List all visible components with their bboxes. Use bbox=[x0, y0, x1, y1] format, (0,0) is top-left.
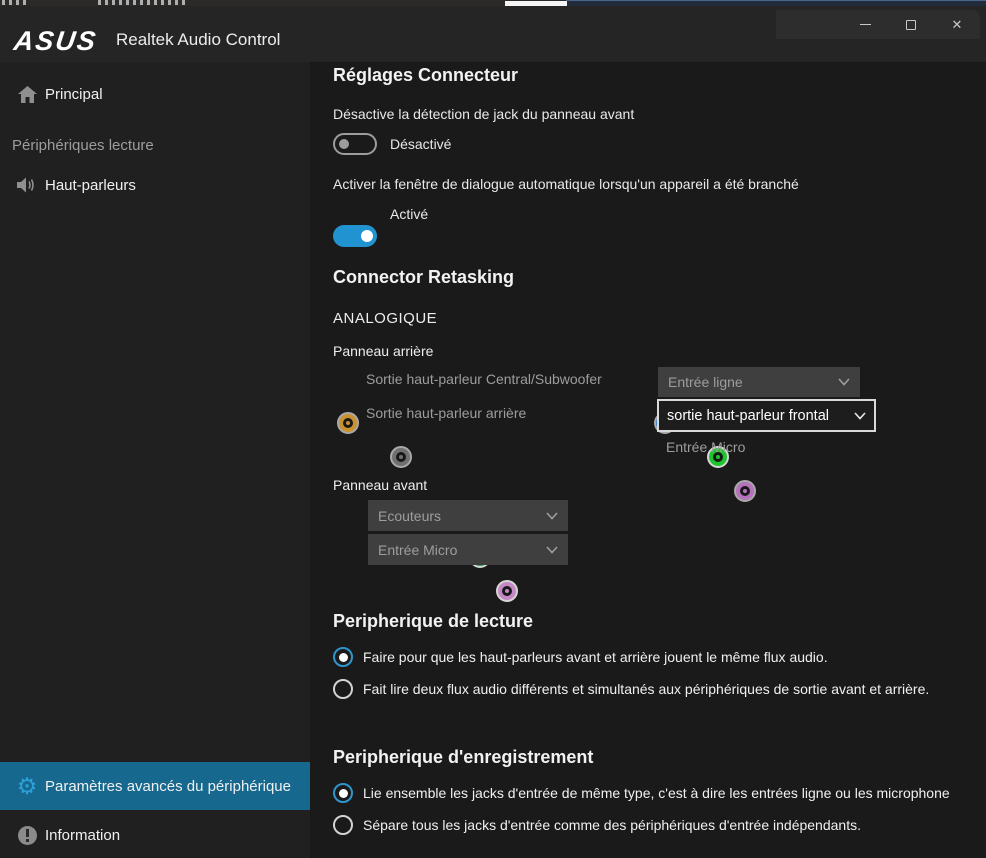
recording-option-2-label: Sépare tous les jacks d'entrée comme des… bbox=[363, 817, 861, 833]
playback-option-1-label: Faire pour que les haut-parleurs avant e… bbox=[363, 649, 828, 665]
sidebar-item-information[interactable]: Information bbox=[0, 812, 310, 858]
line-in-dropdown[interactable]: Entrée ligne bbox=[658, 367, 860, 397]
playback-option-2-label: Fait lire deux flux audio différents et … bbox=[363, 681, 929, 697]
dropdown-value: Entrée Micro bbox=[378, 542, 457, 558]
sidebar-section-playback-devices: Périphériques lecture bbox=[12, 137, 154, 154]
rear-jack-label: Sortie haut-parleur arrière bbox=[366, 405, 526, 421]
window-controls: ✕ bbox=[776, 10, 980, 39]
chevron-down-icon bbox=[546, 512, 558, 520]
dropdown-value: Entrée ligne bbox=[668, 374, 743, 390]
section-title-playback-device: Peripherique de lecture bbox=[333, 611, 533, 632]
gear-icon: ⚙ bbox=[15, 775, 39, 798]
dropdown-value: Ecouteurs bbox=[378, 508, 441, 524]
recording-option-1-radio[interactable] bbox=[333, 783, 353, 803]
chevron-down-icon bbox=[838, 378, 850, 386]
recording-option-1-label: Lie ensemble les jacks d'entrée de même … bbox=[363, 785, 950, 801]
realtek-audio-control-window: ASUS Realtek Audio Control ✕ Principal P… bbox=[0, 0, 986, 858]
section-title-recording-device: Peripherique d'enregistrement bbox=[333, 747, 593, 768]
sidebar-item-label: Information bbox=[45, 827, 120, 844]
speaker-icon bbox=[15, 176, 39, 194]
rear-panel-label: Panneau arrière bbox=[333, 343, 433, 359]
asus-logo: ASUS bbox=[12, 28, 108, 56]
rear-jack-label: Sortie haut-parleur Central/Subwoofer bbox=[366, 371, 602, 387]
toggle-knob bbox=[361, 230, 373, 242]
toggle-knob bbox=[339, 139, 349, 149]
app-title: Realtek Audio Control bbox=[116, 30, 280, 50]
close-button[interactable]: ✕ bbox=[934, 10, 980, 39]
radio-dot bbox=[339, 789, 348, 798]
sidebar: Principal Périphériques lecture Haut-par… bbox=[0, 62, 310, 858]
jack-detection-label: Désactive la détection de jack du pannea… bbox=[333, 106, 634, 122]
orange-jack-icon bbox=[337, 412, 359, 434]
analog-subtitle: ANALOGIQUE bbox=[333, 310, 437, 327]
minimize-button[interactable] bbox=[842, 10, 888, 39]
jack-detection-toggle[interactable] bbox=[333, 133, 377, 155]
jack-detection-state: Désactivé bbox=[390, 136, 451, 152]
section-title-connector-settings: Réglages Connecteur bbox=[333, 65, 518, 86]
sidebar-item-advanced-device-settings[interactable]: ⚙ Paramètres avancés du périphérique bbox=[0, 762, 310, 810]
headphones-dropdown[interactable]: Ecouteurs bbox=[368, 500, 568, 531]
chevron-down-icon bbox=[854, 412, 866, 420]
front-mic-dropdown[interactable]: Entrée Micro bbox=[368, 534, 568, 565]
section-title-connector-retasking: Connector Retasking bbox=[333, 267, 514, 288]
playback-option-1-radio[interactable] bbox=[333, 647, 353, 667]
sidebar-item-principal[interactable]: Principal bbox=[0, 72, 310, 116]
sidebar-item-speakers[interactable]: Haut-parleurs bbox=[0, 163, 310, 207]
background-window-artifact bbox=[98, 0, 188, 5]
recording-option-2-radio[interactable] bbox=[333, 815, 353, 835]
dropdown-value: sortie haut-parleur frontal bbox=[667, 408, 829, 424]
home-icon bbox=[15, 85, 39, 104]
front-speaker-out-dropdown[interactable]: sortie haut-parleur frontal bbox=[657, 399, 876, 432]
playback-option-2-radio[interactable] bbox=[333, 679, 353, 699]
auto-popup-state: Activé bbox=[390, 206, 428, 222]
auto-popup-label: Activer la fenêtre de dialogue automatiq… bbox=[333, 176, 799, 192]
front-panel-label: Panneau avant bbox=[333, 477, 427, 493]
chevron-down-icon bbox=[546, 546, 558, 554]
close-icon: ✕ bbox=[952, 17, 963, 33]
main-content: Réglages Connecteur Désactive la détecti… bbox=[310, 62, 986, 858]
auto-popup-toggle[interactable] bbox=[333, 225, 377, 247]
sidebar-item-label: Haut-parleurs bbox=[45, 177, 136, 194]
maximize-icon bbox=[906, 20, 916, 30]
sidebar-item-label: Principal bbox=[45, 86, 103, 103]
sidebar-item-label: Paramètres avancés du périphérique bbox=[45, 778, 291, 795]
background-window-artifact bbox=[2, 0, 30, 5]
maximize-button[interactable] bbox=[888, 10, 934, 39]
radio-dot bbox=[339, 653, 348, 662]
mic-in-label: Entrée Micro bbox=[666, 439, 745, 455]
titlebar: ASUS Realtek Audio Control ✕ bbox=[0, 6, 986, 62]
info-icon bbox=[15, 826, 39, 845]
purple-jack-icon bbox=[734, 480, 756, 502]
pink-jack-icon bbox=[496, 580, 518, 602]
minimize-icon bbox=[860, 24, 871, 25]
gray-jack-icon bbox=[390, 446, 412, 468]
